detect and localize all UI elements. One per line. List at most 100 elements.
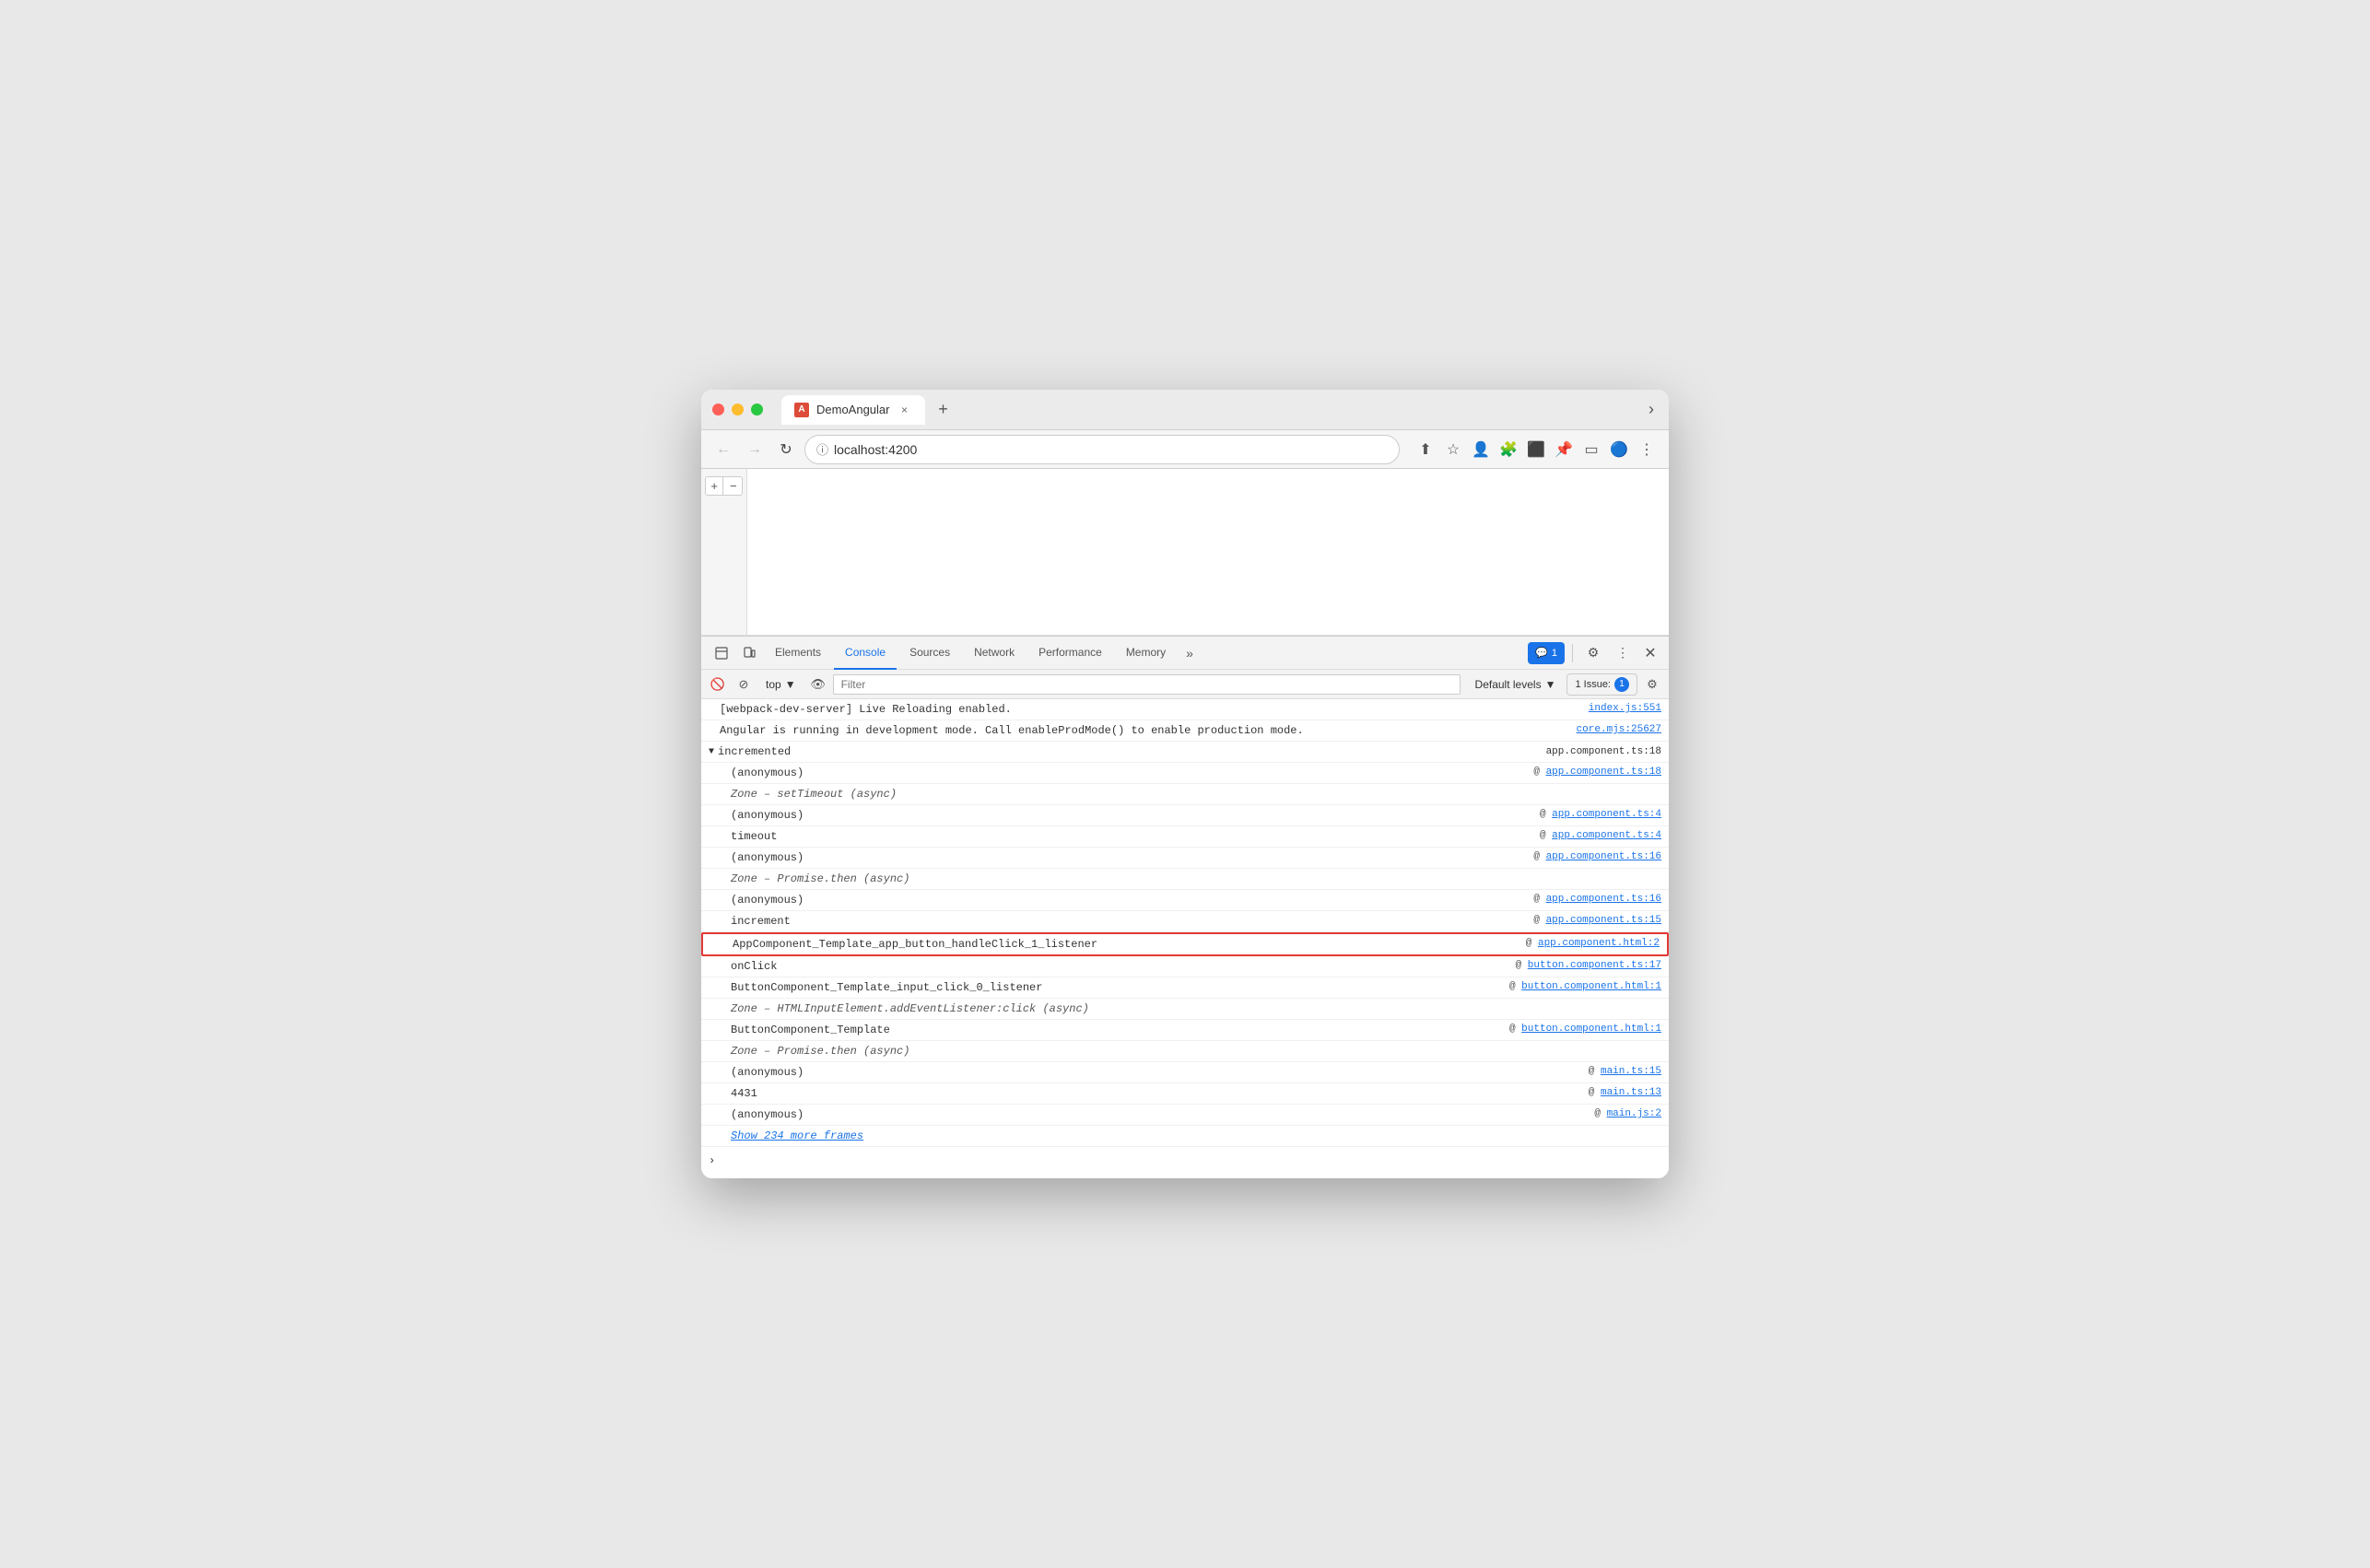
feedback-badge[interactable]: 💬 1	[1528, 642, 1565, 664]
log-entry-zone-promise-1: Zone – Promise.then (async)	[701, 869, 1669, 890]
refresh-button[interactable]: ↻	[773, 437, 799, 462]
inspect-element-button[interactable]	[709, 640, 734, 666]
sidebar-add-button[interactable]: +	[706, 477, 723, 495]
security-icon: ⓘ	[816, 440, 828, 458]
log-entry-anon-main-js: (anonymous) @ main.js:2	[701, 1105, 1669, 1126]
devtools-panel: Elements Console Sources Network Perform…	[701, 636, 1669, 1178]
page-area: + −	[701, 469, 1669, 636]
log-entry-4431: 4431 @ main.ts:13	[701, 1083, 1669, 1105]
log-levels-selector[interactable]: Default levels ▼	[1468, 673, 1564, 696]
tab-sources[interactable]: Sources	[898, 637, 961, 670]
tab-memory[interactable]: Memory	[1115, 637, 1177, 670]
show-more-frames-entry: Show 234 more frames	[701, 1126, 1669, 1147]
more-tabs-button[interactable]: »	[1179, 642, 1201, 664]
log-message: Zone – setTimeout (async)	[731, 786, 1643, 802]
log-message: (anonymous)	[731, 1106, 1576, 1123]
log-message: (anonymous)	[731, 892, 1515, 908]
log-entry-zone-promise-2: Zone – Promise.then (async)	[701, 1041, 1669, 1062]
console-prompt[interactable]: ›	[701, 1147, 1669, 1175]
log-source-link[interactable]: main.ts:13	[1601, 1087, 1661, 1098]
address-field[interactable]: ⓘ localhost:4200	[804, 435, 1400, 464]
log-entry-webpack: [webpack-dev-server] Live Reloading enab…	[701, 699, 1669, 720]
minimize-button[interactable]	[732, 404, 744, 415]
tab-elements[interactable]: Elements	[764, 637, 832, 670]
log-source-link[interactable]: core.mjs:25627	[1577, 722, 1661, 738]
cast-button[interactable]: ▭	[1578, 437, 1604, 462]
devtools-close-button[interactable]: ✕	[1639, 642, 1661, 664]
log-source-link[interactable]: app.component.ts:4	[1552, 809, 1661, 820]
extension-button[interactable]: 👤	[1468, 437, 1494, 462]
tab-performance[interactable]: Performance	[1027, 637, 1113, 670]
log-source-link[interactable]: main.ts:15	[1601, 1066, 1661, 1077]
url-text: localhost:4200	[834, 442, 917, 457]
profile-icon[interactable]: ⬛	[1523, 437, 1549, 462]
log-entry-anon-1: (anonymous) @ app.component.ts:18	[701, 763, 1669, 784]
avatar-button[interactable]: 🔵	[1606, 437, 1632, 462]
log-source-link[interactable]: button.component.ts:17	[1528, 960, 1661, 971]
log-entry-anon-3: (anonymous) @ app.component.ts:16	[701, 848, 1669, 869]
context-selector[interactable]: top ▼	[758, 673, 804, 696]
log-entry-increment: increment @ app.component.ts:15	[701, 911, 1669, 932]
tab-network[interactable]: Network	[963, 637, 1026, 670]
maximize-button[interactable]	[751, 404, 763, 415]
log-source-link[interactable]: app.component.ts:4	[1552, 830, 1661, 841]
back-button[interactable]: ←	[710, 437, 736, 462]
sidebar-remove-button[interactable]: −	[725, 477, 742, 495]
more-options-button[interactable]: ⋮	[1610, 640, 1636, 666]
expand-triangle[interactable]: ▼	[709, 745, 714, 759]
log-message: (anonymous)	[731, 849, 1515, 866]
log-source-link[interactable]: app.component.ts:15	[1546, 915, 1661, 926]
tab-console[interactable]: Console	[834, 637, 897, 670]
log-source-link[interactable]: app.component.ts:16	[1546, 851, 1661, 862]
tab-list-button[interactable]: ›	[1645, 396, 1658, 423]
log-message: incremented	[718, 743, 1528, 760]
close-button[interactable]	[712, 404, 724, 415]
filter-input[interactable]	[833, 674, 1461, 695]
log-source-link[interactable]: button.component.html:1	[1521, 981, 1661, 992]
log-source-plain: app.component.ts:18	[1546, 744, 1661, 760]
new-tab-button[interactable]: +	[931, 397, 956, 423]
issue-text: 1 Issue:	[1575, 679, 1611, 690]
prompt-input[interactable]	[722, 1153, 1661, 1168]
log-message: timeout	[731, 828, 1521, 845]
log-message: onClick	[731, 958, 1497, 975]
show-more-frames-button[interactable]: Show 234 more frames	[731, 1128, 863, 1144]
log-entry-timeout: timeout @ app.component.ts:4	[701, 826, 1669, 848]
console-toolbar: 🚫 ⊘ top ▼ 👁 Default levels ▼ 1 Issue: 1 …	[701, 670, 1669, 699]
console-settings-button[interactable]: ⚙	[1641, 673, 1663, 696]
stop-on-exception-button[interactable]: ⊘	[733, 673, 755, 696]
log-entry-incremented: ▼ incremented app.component.ts:18	[701, 742, 1669, 763]
context-dropdown-icon: ▼	[785, 678, 796, 691]
log-source-link[interactable]: app.component.html:2	[1538, 938, 1660, 949]
extensions-button[interactable]: 🧩	[1496, 437, 1521, 462]
clear-console-button[interactable]: 🚫	[707, 673, 729, 696]
log-entry-onclick: onClick @ button.component.ts:17	[701, 956, 1669, 977]
log-message: (anonymous)	[731, 1064, 1570, 1081]
log-message: ButtonComponent_Template	[731, 1022, 1491, 1038]
settings-button[interactable]: ⚙	[1580, 640, 1606, 666]
device-toolbar-button[interactable]	[736, 640, 762, 666]
bookmark-button[interactable]: ☆	[1440, 437, 1466, 462]
sidebar-panel: + −	[701, 469, 747, 635]
log-source-link[interactable]: app.component.ts:18	[1546, 766, 1661, 778]
log-source-link[interactable]: app.component.ts:16	[1546, 894, 1661, 905]
default-levels-label: Default levels	[1475, 678, 1542, 691]
tab-title: DemoAngular	[816, 403, 890, 416]
forward-button[interactable]: →	[742, 437, 768, 462]
badge-label: 1	[1552, 648, 1557, 659]
tab-close-button[interactable]: ×	[898, 403, 912, 417]
active-tab[interactable]: A DemoAngular ×	[781, 395, 925, 425]
menu-button[interactable]: ⋮	[1634, 437, 1660, 462]
log-source-link[interactable]: index.js:551	[1589, 701, 1661, 717]
share-button[interactable]: ⬆	[1413, 437, 1438, 462]
log-source-link[interactable]: main.js:2	[1607, 1108, 1661, 1119]
log-message: AppComponent_Template_app_button_handleC…	[733, 936, 1522, 953]
address-actions: ⬆ ☆ 👤 🧩 ⬛ 📌 ▭ 🔵 ⋮	[1413, 437, 1660, 462]
log-source-link[interactable]: button.component.html:1	[1521, 1024, 1661, 1035]
log-entry-appcomponent-highlighted: AppComponent_Template_app_button_handleC…	[701, 932, 1669, 956]
issue-badge[interactable]: 1 Issue: 1	[1566, 673, 1637, 696]
live-expression-button[interactable]: 👁	[807, 673, 829, 696]
log-entry-zone-settimeout: Zone – setTimeout (async)	[701, 784, 1669, 805]
log-message: [webpack-dev-server] Live Reloading enab…	[720, 701, 1570, 718]
pin-button[interactable]: 📌	[1551, 437, 1577, 462]
